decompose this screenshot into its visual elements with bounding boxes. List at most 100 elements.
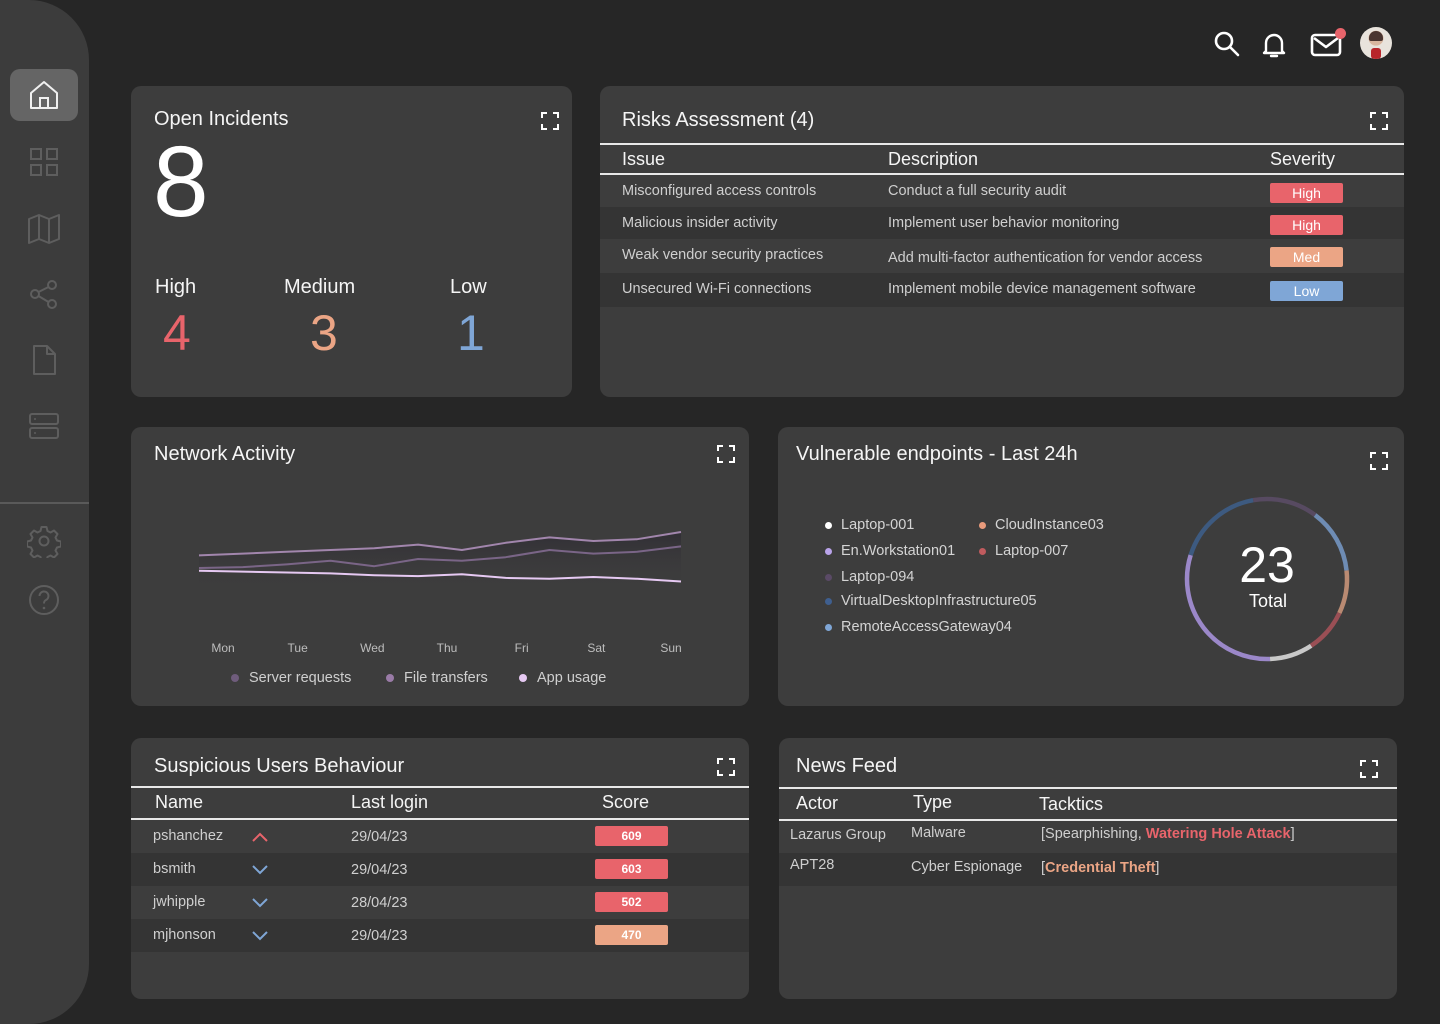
column-header-description: Description [888, 149, 979, 169]
table-row[interactable]: Unsecured Wi-Fi connections Implement mob… [600, 273, 1404, 307]
tactics-cell: [Spearphishing, Watering Hole Attack] [1041, 826, 1295, 842]
username-cell: jwhipple [153, 894, 206, 910]
x-tick-label: Wed [360, 641, 385, 655]
map-icon [28, 214, 60, 244]
endpoint-dot [825, 547, 832, 555]
last-login-cell: 28/04/23 [351, 895, 408, 911]
document-icon [33, 345, 56, 375]
trend-down-icon [252, 931, 268, 941]
gear-icon [27, 526, 61, 558]
endpoint-dot [825, 623, 832, 631]
legend-dot [231, 674, 239, 682]
endpoint-dot [825, 597, 832, 605]
sidebar-item-help[interactable] [10, 574, 78, 626]
table-divider [779, 787, 1397, 789]
endpoint-legend-item[interactable]: CloudInstance03 [979, 517, 1104, 533]
table-row[interactable]: mjhonson 29/04/23 470 [131, 919, 749, 952]
column-header-type: Type [913, 792, 953, 812]
column-header-tactics: Tacktics [1039, 794, 1104, 814]
sidebar-item-settings[interactable] [10, 515, 78, 567]
endpoint-name: VirtualDesktopInfrastructure05 [841, 593, 1037, 609]
notifications-button[interactable] [1258, 28, 1290, 60]
expand-icon[interactable] [1369, 451, 1389, 471]
endpoint-legend-item[interactable]: Laptop-094 [825, 569, 914, 585]
endpoints-total-label: Total [1248, 591, 1288, 611]
search-button[interactable] [1211, 28, 1243, 60]
donut-segment [1269, 643, 1313, 662]
network-chart [198, 531, 682, 592]
x-tick-label: Mon [211, 641, 235, 655]
expand-icon[interactable] [540, 111, 560, 131]
legend-label: Server requests [249, 670, 352, 686]
legend-item[interactable]: App usage [519, 670, 606, 686]
table-row[interactable]: Weak vendor security practices Add multi-… [600, 239, 1404, 271]
sidebar-item-dashboard[interactable] [10, 136, 78, 188]
column-header-issue: Issue [622, 149, 666, 169]
endpoint-dot [825, 573, 832, 581]
sidebar-item-servers[interactable] [10, 400, 78, 452]
bell-icon [1262, 33, 1286, 58]
actor-cell: APT28 [790, 857, 835, 873]
endpoint-name: CloudInstance03 [995, 517, 1104, 533]
medium-count: 3 [310, 305, 338, 361]
actor-cell: Lazarus Group [790, 827, 886, 843]
avatar[interactable] [1360, 27, 1392, 59]
expand-icon[interactable] [1359, 759, 1379, 779]
x-tick-label: Sat [587, 641, 606, 655]
column-header-name: Name [155, 792, 204, 812]
sidebar [0, 0, 89, 1024]
table-row[interactable]: jwhipple 28/04/23 502 [131, 886, 749, 919]
endpoint-legend-item[interactable]: Laptop-001 [825, 517, 914, 533]
endpoint-name: En.Workstation01 [841, 543, 956, 559]
legend-dot [386, 674, 394, 682]
risks-assessment-card: Risks Assessment (4) Issue Description S… [600, 86, 1404, 397]
trend-up-icon [252, 832, 268, 842]
legend-item[interactable]: File transfers [386, 670, 488, 686]
endpoint-name: Laptop-094 [841, 569, 915, 585]
sidebar-item-home[interactable] [10, 69, 78, 121]
description-cell: Conduct a full security audit [888, 183, 1067, 199]
share-icon [30, 280, 57, 309]
bracket: ] [1155, 860, 1160, 876]
type-cell: Cyber Espionage [911, 859, 1023, 875]
description-cell: Implement user behavior monitoring [888, 215, 1120, 231]
issue-cell: Malicious insider activity [622, 215, 778, 231]
endpoint-legend-item[interactable]: En.Workstation01 [825, 543, 955, 559]
endpoint-legend-item[interactable]: RemoteAccessGateway04 [825, 619, 1012, 635]
search-icon [1214, 31, 1240, 57]
sidebar-item-documents[interactable] [10, 334, 78, 386]
score-badge: 603 [595, 859, 668, 879]
low-count: 1 [457, 305, 485, 361]
notification-dot [1335, 28, 1346, 39]
table-row[interactable]: Malicious insider activity Implement user… [600, 207, 1404, 239]
card-title: News Feed [796, 755, 898, 777]
tactic-tag[interactable]: Watering Hole Attack [1146, 826, 1291, 842]
endpoint-legend-item[interactable]: Laptop-007 [979, 543, 1068, 559]
username-cell: bsmith [153, 861, 196, 877]
endpoint-dot [979, 521, 986, 529]
tactics-cell: [Credential Theft] [1041, 860, 1159, 876]
table-row[interactable]: APT28 Cyber Espionage [Credential Theft] [779, 853, 1397, 886]
endpoint-legend-item[interactable]: VirtualDesktopInfrastructure05 [825, 593, 1037, 609]
expand-icon[interactable] [1369, 111, 1389, 131]
table-row[interactable]: bsmith 29/04/23 603 [131, 853, 749, 886]
sidebar-item-map[interactable] [10, 202, 78, 254]
score-badge: 609 [595, 826, 668, 846]
open-incidents-card: Open Incidents 8 High Medium Low 4 3 1 [131, 86, 572, 397]
table-row[interactable]: Lazarus Group Malware [Spearphishing, Wate… [779, 820, 1397, 853]
table-row[interactable]: Misconfigured access controls Conduct a f… [600, 175, 1404, 207]
expand-icon[interactable] [716, 757, 736, 777]
endpoint-name: RemoteAccessGateway04 [841, 619, 1012, 635]
x-tick-label: Tue [287, 641, 308, 655]
legend-item[interactable]: Server requests [231, 670, 351, 686]
tactic-tag[interactable]: Credential Theft [1045, 860, 1155, 876]
table-row[interactable]: pshanchez 29/04/23 609 [131, 820, 749, 853]
x-tick-label: Sun [660, 641, 682, 655]
low-label: Low [450, 276, 487, 298]
score-badge: 502 [595, 892, 668, 912]
sidebar-item-share[interactable] [10, 268, 78, 320]
messages-button[interactable] [1310, 28, 1346, 60]
username-cell: mjhonson [153, 927, 216, 943]
endpoints-total: 23 [1239, 537, 1295, 593]
grid-icon [30, 148, 58, 176]
